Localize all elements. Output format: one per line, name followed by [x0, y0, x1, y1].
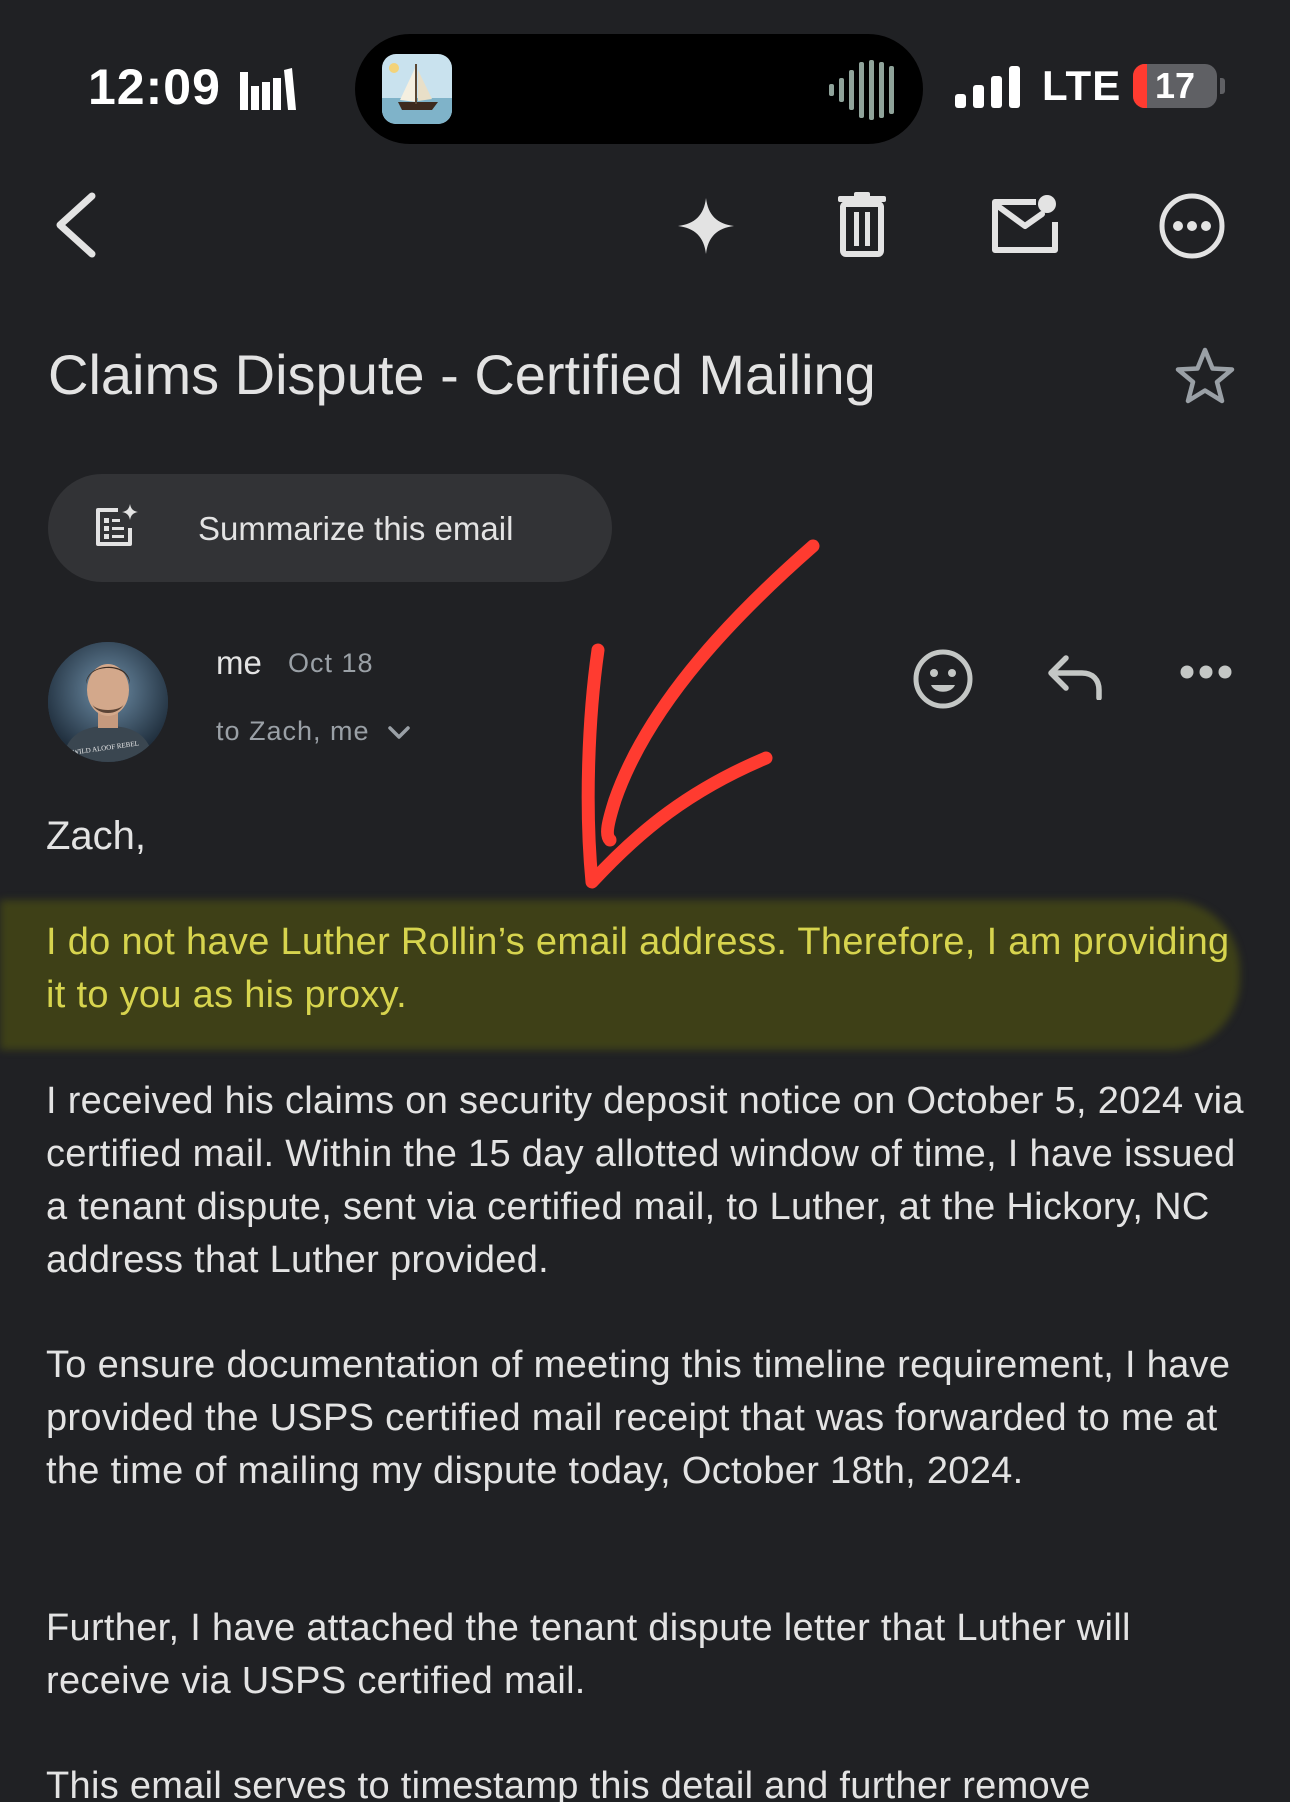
dynamic-island[interactable] [355, 34, 923, 144]
highlighted-paragraph: I do not have Luther Rollin’s email addr… [46, 921, 1230, 1016]
add-reaction-icon[interactable] [912, 648, 974, 710]
reply-arrow-icon[interactable] [1046, 654, 1104, 700]
email-greeting: Zach, [46, 814, 147, 858]
summarize-email-button[interactable]: Summarize this email [48, 474, 612, 582]
mark-unread-icon[interactable] [990, 192, 1060, 254]
message-more-icon[interactable] [1180, 664, 1232, 680]
library-icon [240, 68, 296, 110]
signal-bars-icon [955, 66, 1020, 108]
sender-name: me [216, 644, 262, 681]
sent-date: Oct 18 [288, 648, 374, 678]
trash-icon[interactable] [834, 192, 890, 258]
audio-waveform-icon [829, 60, 894, 120]
now-playing-artwork[interactable] [382, 54, 452, 124]
email-subject: Claims Dispute - Certified Mailing [48, 343, 876, 406]
body-paragraph: Further, I have attached the tenant disp… [46, 1607, 1131, 1702]
star-icon[interactable] [1174, 346, 1236, 406]
battery-cap [1220, 78, 1225, 94]
body-paragraph: This email serves to timestamp this deta… [46, 1765, 1091, 1802]
battery-icon: 17 [1133, 64, 1217, 108]
phone-screen: 12:09 LTE 17 Claims Dispute - Certified … [0, 0, 1290, 1802]
avatar[interactable]: WILD ALOOF REBEL [48, 642, 168, 762]
more-options-icon[interactable] [1158, 192, 1226, 260]
back-arrow-icon[interactable] [52, 192, 100, 258]
body-paragraph: I received his claims on security deposi… [46, 1080, 1244, 1281]
body-paragraph: To ensure documentation of meeting this … [46, 1344, 1231, 1492]
gemini-sparkle-icon[interactable] [678, 198, 734, 254]
recipients-summary[interactable]: to Zach, me [216, 716, 370, 747]
network-type: LTE [1042, 62, 1122, 109]
summarize-label: Summarize this email [198, 510, 514, 547]
summarize-icon [96, 504, 138, 546]
chevron-down-icon[interactable] [388, 726, 410, 740]
status-time: 12:09 [88, 59, 221, 115]
battery-percent: 17 [1154, 65, 1196, 106]
